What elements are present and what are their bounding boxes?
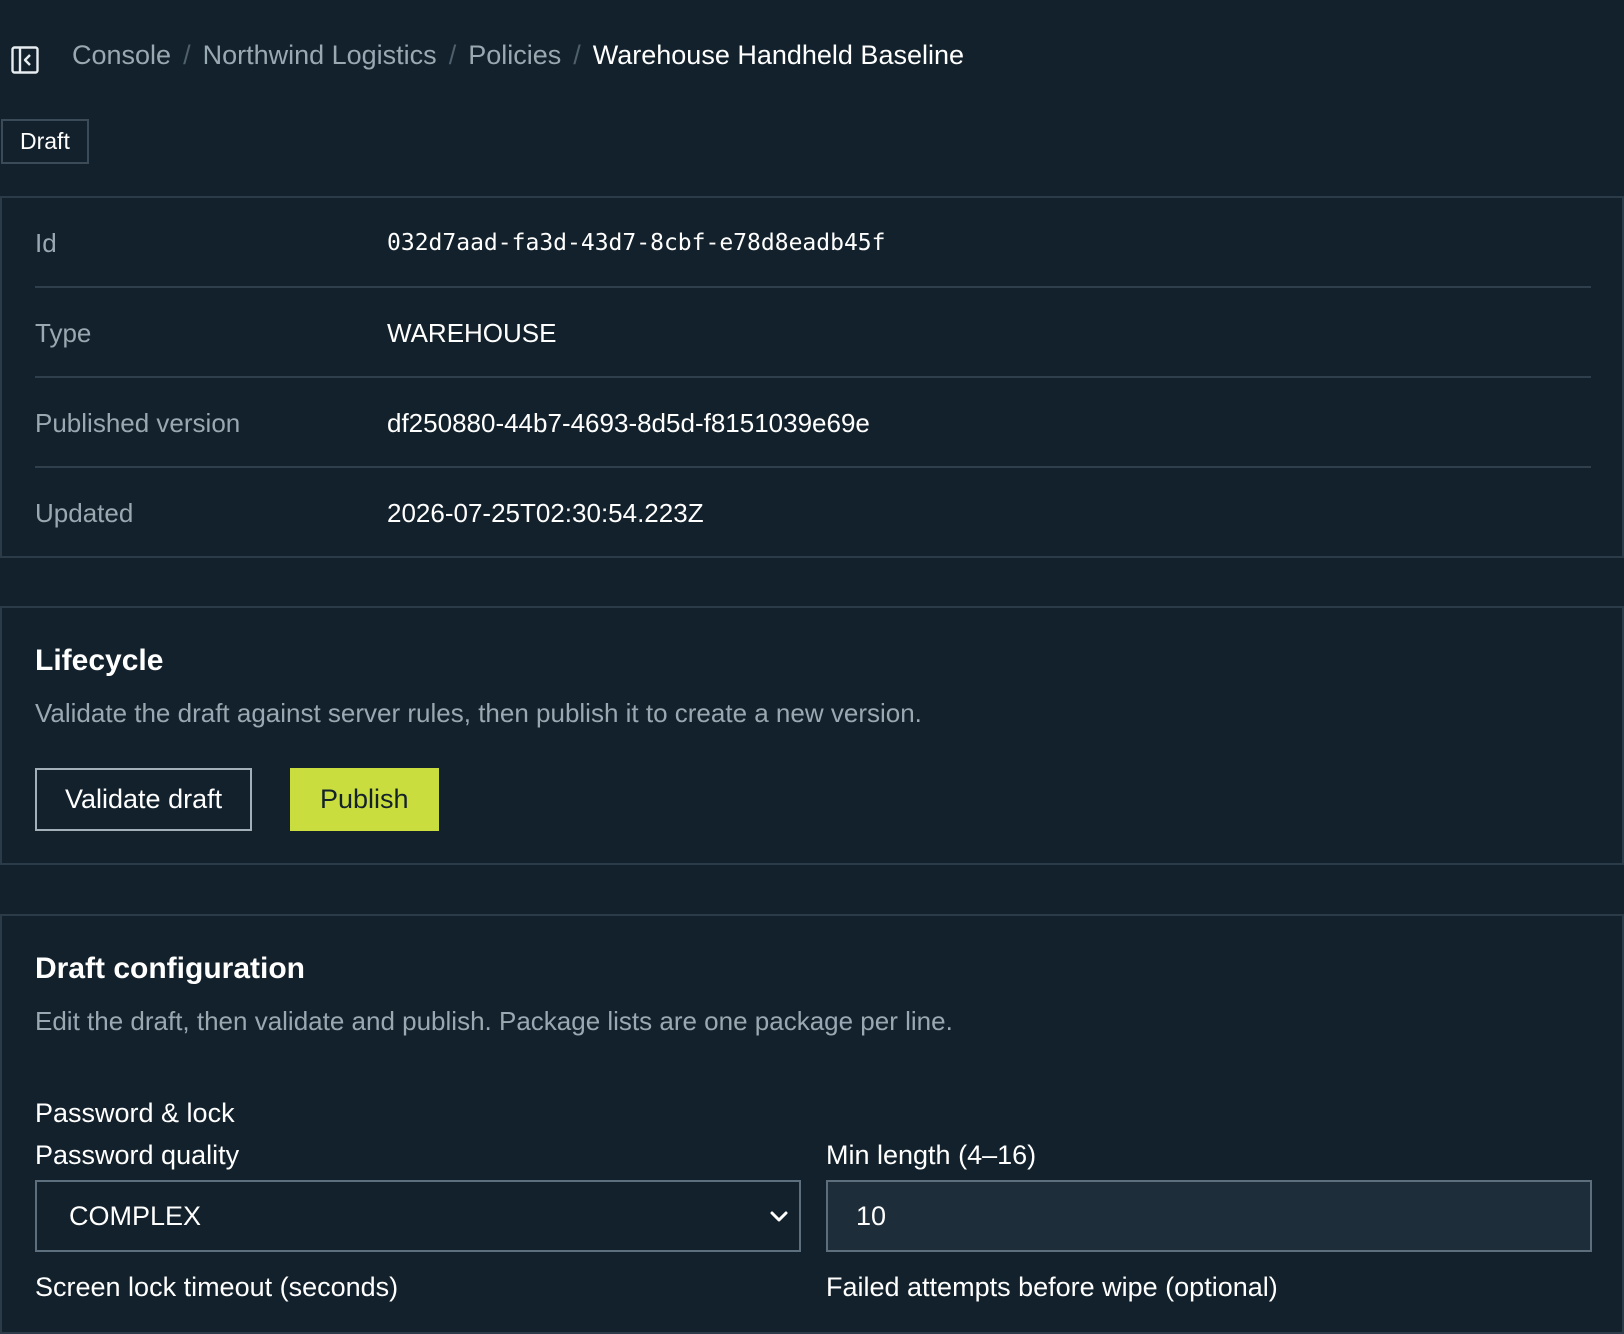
detail-row-type: Type WAREHOUSE: [35, 288, 1591, 378]
status-badge: Draft: [1, 119, 89, 164]
detail-value: 2026-07-25T02:30:54.223Z: [387, 498, 704, 528]
detail-label: Published version: [35, 408, 241, 438]
detail-row-updated: Updated 2026-07-25T02:30:54.223Z: [35, 468, 1591, 558]
page-title: Warehouse Handheld Baseline: [592, 40, 965, 70]
policy-details-panel: Id 032d7aad-fa3d-43d7-8cbf-e78d8eadb45f …: [0, 196, 1624, 558]
breadcrumb-console[interactable]: Console: [72, 40, 171, 71]
draft-configuration-panel: Draft configuration Edit the draft, then…: [0, 914, 1624, 1334]
config-description: Edit the draft, then validate and publis…: [35, 1006, 953, 1036]
sidebar-collapse-icon[interactable]: [11, 46, 39, 74]
screen-lock-timeout-label: Screen lock timeout (seconds): [35, 1272, 399, 1302]
breadcrumb-separator: /: [183, 40, 191, 70]
breadcrumb: Console / Northwind Logistics / Policies…: [72, 40, 964, 71]
password-quality-select[interactable]: COMPLEX: [35, 1180, 801, 1252]
detail-row-published-version: Published version df250880-44b7-4693-8d5…: [35, 378, 1591, 468]
lifecycle-title: Lifecycle: [35, 644, 164, 677]
lifecycle-panel: Lifecycle Validate the draft against ser…: [0, 606, 1624, 865]
breadcrumb-policies[interactable]: Policies: [468, 40, 561, 71]
config-title: Draft configuration: [35, 952, 305, 985]
breadcrumb-organization[interactable]: Northwind Logistics: [203, 40, 437, 71]
failed-attempts-label: Failed attempts before wipe (optional): [826, 1272, 1278, 1302]
detail-value: df250880-44b7-4693-8d5d-f8151039e69e: [387, 408, 870, 438]
min-length-input[interactable]: 10: [826, 1180, 1592, 1252]
publish-button[interactable]: Publish: [290, 768, 439, 831]
detail-label: Updated: [35, 498, 134, 528]
password-quality-value: COMPLEX: [69, 1201, 202, 1231]
min-length-value: 10: [856, 1201, 887, 1231]
section-label-password-lock: Password & lock: [35, 1098, 235, 1128]
header: Console / Northwind Logistics / Policies…: [0, 0, 1624, 164]
password-quality-label: Password quality: [35, 1140, 240, 1170]
chevron-down-icon: [767, 1204, 791, 1228]
detail-value: WAREHOUSE: [387, 318, 557, 348]
lifecycle-description: Validate the draft against server rules,…: [35, 698, 922, 728]
validate-draft-button[interactable]: Validate draft: [35, 768, 253, 831]
detail-label: Id: [35, 228, 57, 258]
min-length-label: Min length (4–16): [826, 1140, 1037, 1170]
breadcrumb-separator: /: [448, 40, 457, 70]
detail-value: 032d7aad-fa3d-43d7-8cbf-e78d8eadb45f: [387, 230, 886, 256]
detail-label: Type: [35, 318, 92, 348]
breadcrumb-separator: /: [573, 40, 581, 70]
detail-row-id: Id 032d7aad-fa3d-43d7-8cbf-e78d8eadb45f: [35, 198, 1591, 288]
